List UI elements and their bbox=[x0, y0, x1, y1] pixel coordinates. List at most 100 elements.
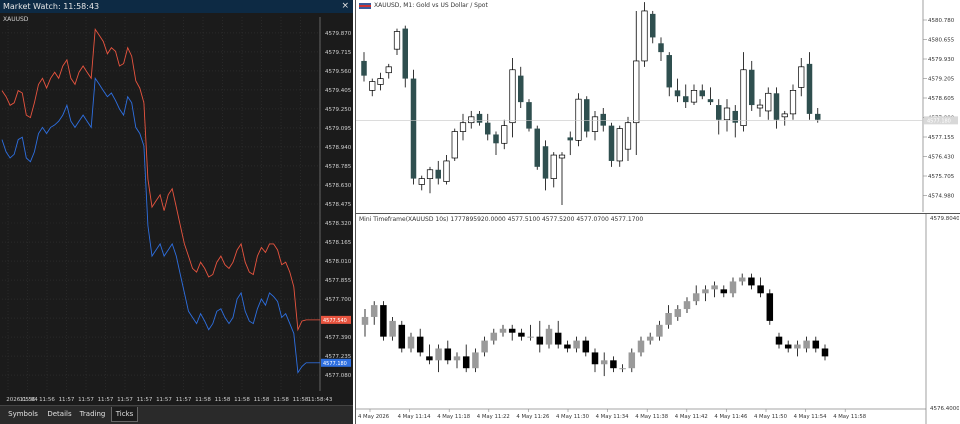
candle-body bbox=[493, 134, 499, 144]
candle-body bbox=[389, 320, 396, 337]
main-chart-window[interactable]: XAUUSD, M1: Gold vs US Dollar / Spot 458… bbox=[355, 0, 960, 214]
mini-candle bbox=[444, 340, 452, 365]
mini-candle bbox=[564, 340, 571, 353]
candle-body bbox=[370, 305, 378, 317]
candle-body bbox=[377, 78, 384, 85]
candle-body bbox=[545, 328, 553, 345]
candle-body bbox=[380, 305, 387, 337]
main-candle-chart[interactable]: 4580.780 4580.655 4579.930 4579.205 4578.605… bbox=[356, 0, 959, 212]
close-icon[interactable]: × bbox=[341, 0, 349, 13]
mini-candle bbox=[426, 344, 433, 365]
mini-candle bbox=[794, 340, 801, 357]
mini-candle bbox=[757, 277, 764, 298]
time-tick-label: 11:56 bbox=[20, 397, 36, 403]
candle-body bbox=[690, 90, 698, 103]
mini-candle bbox=[729, 277, 737, 298]
candle-body bbox=[361, 60, 367, 76]
mini-candle bbox=[646, 332, 654, 345]
time-tick-label: 11:58 bbox=[273, 397, 289, 403]
candle-body bbox=[518, 75, 524, 103]
mini-candle bbox=[490, 328, 498, 345]
tab-ticks[interactable]: Ticks bbox=[111, 407, 138, 422]
candle bbox=[608, 122, 615, 167]
tab-details[interactable]: Details bbox=[43, 407, 76, 422]
mini-candle bbox=[821, 344, 829, 361]
candle-body bbox=[564, 344, 571, 349]
candle-body bbox=[527, 336, 534, 338]
mini-candle bbox=[665, 305, 672, 329]
price-tick-label: 4579.095 bbox=[325, 126, 352, 132]
time-tick-label: 4 May 11:22 bbox=[477, 414, 510, 420]
candle-body bbox=[600, 360, 608, 365]
market-watch-tabs: Symbols Details Trading Ticks bbox=[0, 405, 353, 424]
candle bbox=[789, 84, 797, 120]
candle bbox=[600, 108, 606, 132]
mini-candle bbox=[738, 273, 746, 286]
candle bbox=[641, 2, 648, 67]
candle-body bbox=[740, 69, 747, 126]
candle-body bbox=[633, 60, 640, 124]
price-tick-label: 4578.010 bbox=[325, 259, 352, 265]
time-tick-label: 11:58:43 bbox=[308, 397, 333, 403]
candle-body bbox=[582, 340, 590, 353]
mini-timeframe-window[interactable]: 4579.8040 4576.4000 4 May 2026 4 May 11:14 4… bbox=[355, 214, 960, 424]
time-tick-label: 4 May 11:30 bbox=[556, 414, 590, 420]
candle bbox=[410, 69, 417, 185]
market-watch-panel: Market Watch: 11:58:43 × 2026.05.04 11:56… bbox=[0, 0, 353, 424]
candle-body bbox=[426, 169, 434, 179]
candle-body bbox=[716, 105, 722, 120]
mini-chart-title: Mini Timeframe(XAUUSD 10s) 1777895920.00… bbox=[359, 216, 644, 223]
candle bbox=[393, 28, 401, 56]
candle-body bbox=[407, 336, 415, 349]
mini-candle bbox=[720, 285, 728, 298]
mini-candle bbox=[380, 301, 387, 341]
candle bbox=[633, 10, 640, 156]
mini-candle bbox=[573, 336, 580, 353]
mini-candle bbox=[361, 309, 369, 337]
candle-body bbox=[444, 348, 452, 361]
price-tick-label: 4578.785 bbox=[325, 164, 352, 170]
candle-body bbox=[692, 293, 700, 302]
price-tick-label: 4578.940 bbox=[325, 145, 352, 151]
candle-body bbox=[418, 178, 425, 185]
candle-body bbox=[459, 122, 467, 132]
candle bbox=[650, 10, 656, 44]
candle-body bbox=[624, 122, 632, 150]
mini-candle bbox=[462, 344, 470, 373]
candle-body bbox=[481, 340, 488, 353]
candle bbox=[584, 96, 590, 138]
time-tick-label: 11:58 bbox=[293, 397, 309, 403]
candle bbox=[501, 119, 508, 150]
tab-symbols[interactable]: Symbols bbox=[3, 407, 43, 422]
candle-body bbox=[600, 113, 606, 126]
candle-body bbox=[591, 352, 599, 365]
time-tick-label: 11:57 bbox=[137, 397, 153, 403]
candle-body bbox=[738, 277, 746, 282]
bid-line bbox=[1, 76, 307, 374]
mini-candle bbox=[803, 336, 810, 353]
candle-body bbox=[784, 344, 792, 349]
candle bbox=[426, 166, 434, 194]
mini-candle bbox=[416, 328, 424, 357]
candle-body bbox=[748, 277, 755, 286]
mini-candle bbox=[628, 348, 636, 373]
candle-body bbox=[410, 78, 417, 179]
candle-body bbox=[584, 99, 590, 132]
candle-body bbox=[619, 368, 626, 370]
candle-body bbox=[451, 131, 458, 159]
price-tick-label: 4579.930 bbox=[928, 57, 955, 63]
candle-body bbox=[707, 99, 714, 103]
mini-candle bbox=[812, 336, 820, 353]
mini-candle-chart[interactable]: 4579.8040 4576.4000 4 May 2026 4 May 11:14 4… bbox=[356, 214, 959, 424]
candle-body bbox=[723, 107, 731, 121]
candle bbox=[723, 99, 731, 132]
mini-candle bbox=[518, 328, 525, 341]
candle-body bbox=[616, 128, 623, 162]
candle-body bbox=[674, 90, 681, 97]
candle bbox=[806, 52, 813, 120]
tab-trading[interactable]: Trading bbox=[76, 407, 109, 422]
mini-candle bbox=[656, 320, 663, 341]
mini-candle bbox=[775, 332, 783, 349]
price-tick-label: 4574.980 bbox=[928, 194, 955, 200]
candle bbox=[575, 93, 582, 147]
